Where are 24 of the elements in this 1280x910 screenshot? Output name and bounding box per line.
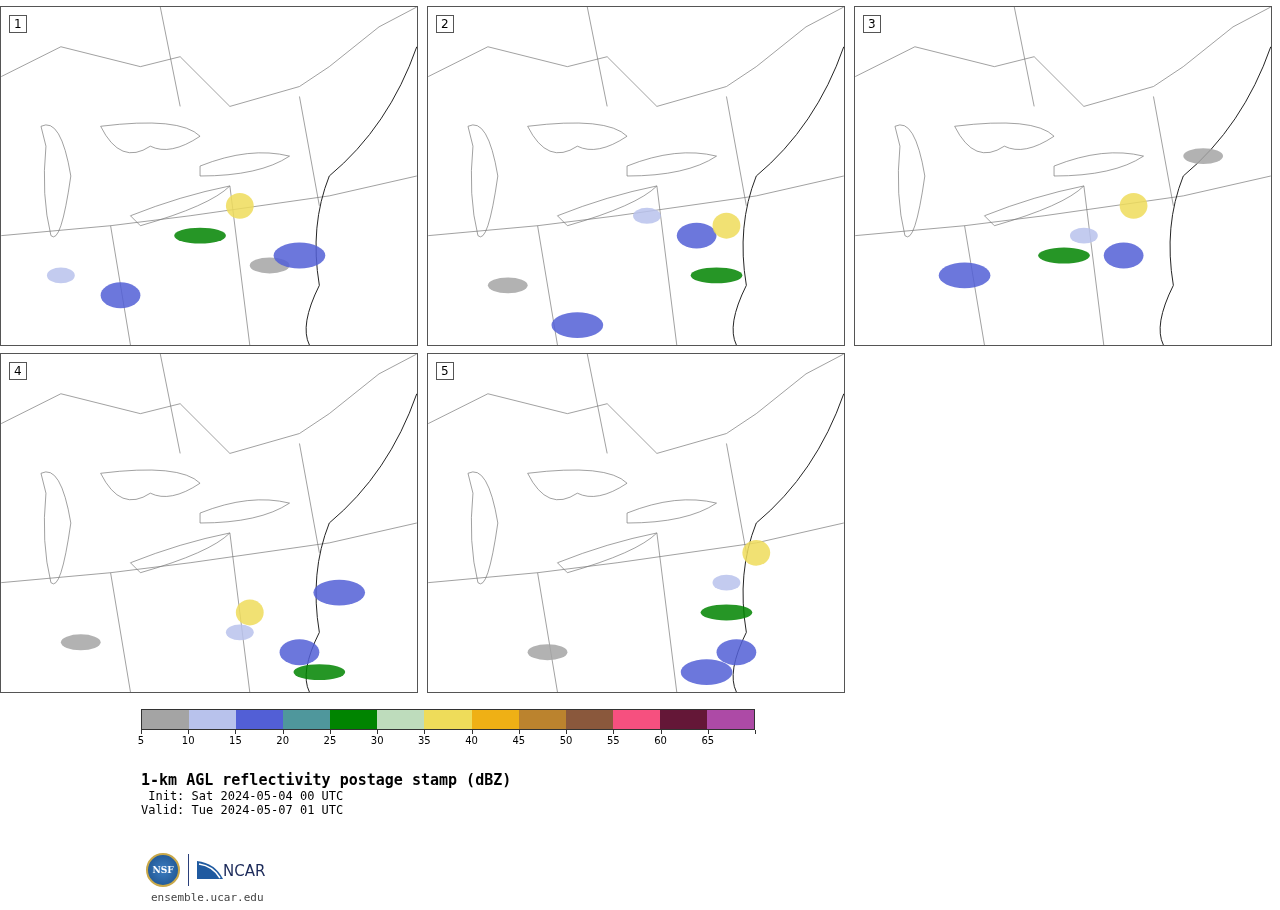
tick-label: 15 bbox=[229, 735, 242, 746]
tick-label: 35 bbox=[418, 735, 431, 746]
tick-label: 50 bbox=[559, 735, 573, 746]
website-url: ensemble.ucar.edu bbox=[151, 891, 265, 904]
ncar-logo: NCAR bbox=[197, 860, 266, 880]
tick-label: 10 bbox=[181, 735, 195, 746]
tick-label: 40 bbox=[465, 735, 478, 746]
tick-label: 45 bbox=[512, 735, 526, 746]
tick-label: 25 bbox=[323, 735, 337, 746]
tick-label: 60 bbox=[654, 735, 667, 746]
panel-number: 5 bbox=[436, 362, 454, 380]
tick-label: 30 bbox=[370, 735, 384, 746]
tick-label: 5 bbox=[137, 735, 145, 746]
init-time: Init: Sat 2024-05-04 00 UTC bbox=[147, 789, 345, 803]
valid-time: Valid: Tue 2024-05-07 01 UTC bbox=[141, 803, 345, 817]
tick-label: 65 bbox=[701, 735, 715, 746]
nsf-logo: NSF bbox=[146, 853, 180, 887]
tick-label: 20 bbox=[276, 735, 290, 746]
tick-label: 55 bbox=[606, 735, 620, 746]
panel-number: 1 bbox=[9, 15, 27, 33]
chart-title: 1-km AGL reflectivity postage stamp (dBZ) bbox=[141, 771, 513, 789]
panel-number: 4 bbox=[9, 362, 27, 380]
panel-number: 2 bbox=[436, 15, 454, 33]
panel-number: 3 bbox=[863, 15, 881, 33]
